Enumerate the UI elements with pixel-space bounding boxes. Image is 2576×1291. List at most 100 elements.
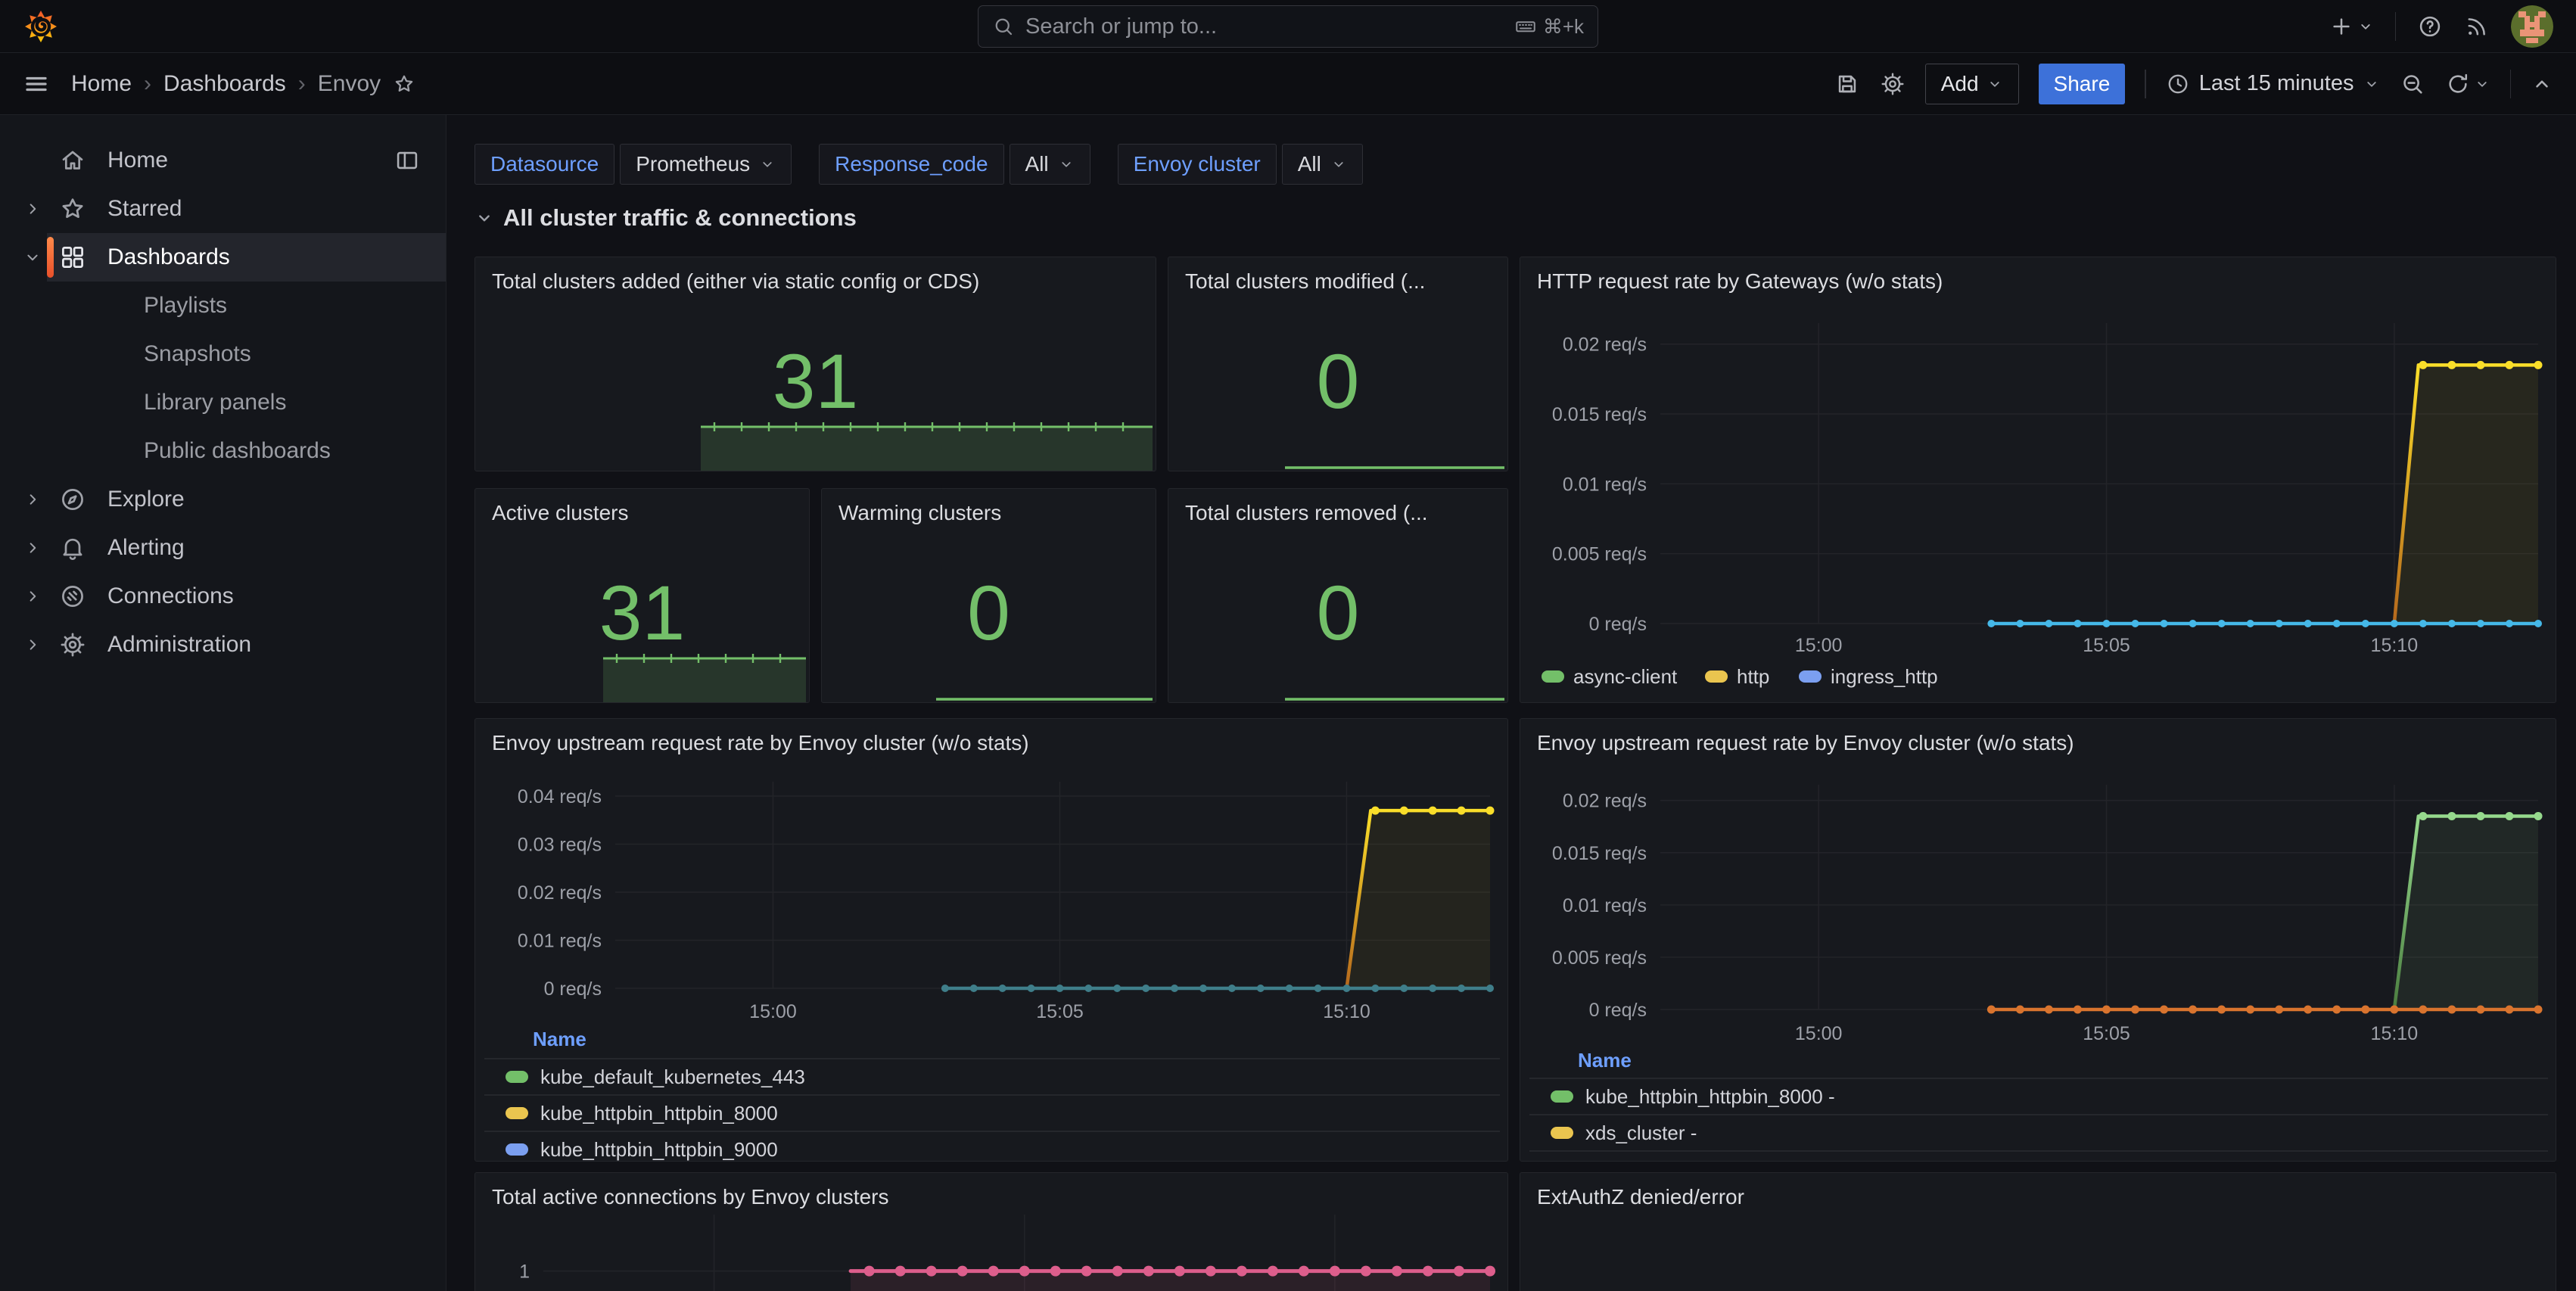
svg-text:15:00: 15:00: [749, 1001, 797, 1022]
envoy-upstream-rate-chart-left[interactable]: 15:0015:0515:100 req/s0.01 req/s0.02 req…: [475, 719, 1508, 1162]
template-var-label[interactable]: Datasource: [474, 144, 614, 185]
svg-text:15:00: 15:00: [1795, 1023, 1843, 1044]
svg-text:kube_httpbin_httpbin_8000: kube_httpbin_httpbin_8000: [540, 1102, 778, 1125]
panel-title[interactable]: Warming clusters: [838, 501, 1001, 525]
sidebar-item-public-dashboards[interactable]: Public dashboards: [0, 427, 446, 475]
mega-menu-button[interactable]: [23, 70, 50, 98]
sidebar-item-dashboards[interactable]: Dashboards: [0, 233, 446, 282]
add-new-button[interactable]: [2329, 14, 2374, 39]
kiosk-mode-button[interactable]: [2531, 73, 2553, 95]
http-request-rate-chart[interactable]: 15:0015:0515:100 req/s0.005 req/s0.01 re…: [1520, 257, 2556, 703]
zoom-out-icon: [2400, 71, 2425, 97]
svg-text:0.005 req/s: 0.005 req/s: [1552, 947, 1647, 969]
dashboard-row-header[interactable]: All cluster traffic & connections: [474, 204, 857, 232]
help-button[interactable]: [2417, 14, 2443, 39]
refresh-button[interactable]: [2445, 71, 2490, 97]
sidebar-item-label: Administration: [107, 632, 251, 658]
share-button[interactable]: Share: [2039, 64, 2126, 104]
breadcrumb: Home › Dashboards › Envoy: [71, 71, 415, 97]
svg-text:15:00: 15:00: [1795, 635, 1843, 656]
panel-title[interactable]: HTTP request rate by Gateways (w/o stats…: [1537, 269, 1943, 294]
sidebar-item-administration[interactable]: Administration: [0, 621, 446, 669]
breadcrumb-dashboards[interactable]: Dashboards: [163, 71, 286, 97]
news-button[interactable]: [2464, 14, 2490, 39]
home-icon: [59, 147, 86, 174]
envoy-upstream-rate-chart-right[interactable]: 15:0015:0515:100 req/s0.005 req/s0.01 re…: [1520, 719, 2556, 1162]
grafana-logo[interactable]: [23, 8, 59, 45]
search-shortcut-text: ⌘+k: [1543, 15, 1584, 39]
chevron-right-icon: [23, 586, 42, 606]
chevron-right-icon[interactable]: [23, 490, 59, 509]
chart-panel-envoy-upstream-left: Envoy upstream request rate by Envoy clu…: [474, 718, 1508, 1162]
panel-title[interactable]: Active clusters: [492, 501, 629, 525]
sidebar-item-explore[interactable]: Explore: [0, 475, 446, 524]
stat-panel-total-clusters-removed: Total clusters removed (... 0: [1168, 488, 1508, 703]
panel-title[interactable]: ExtAuthZ denied/error: [1537, 1185, 1744, 1209]
plus-icon: [2329, 14, 2354, 39]
keyboard-icon: [1514, 15, 1537, 38]
stat-sparkline: [603, 652, 806, 702]
chevron-down-icon[interactable]: [23, 247, 59, 267]
time-range-picker[interactable]: Last 15 minutes: [2166, 71, 2380, 96]
dock-menu-button[interactable]: [394, 148, 420, 173]
compass-icon: [59, 486, 86, 513]
chevron-right-icon[interactable]: [23, 199, 59, 219]
panel-title[interactable]: Total clusters modified (...: [1185, 269, 1425, 294]
chevron-down-icon: [1330, 156, 1347, 173]
row-title: All cluster traffic & connections: [503, 204, 857, 232]
template-var-value[interactable]: Prometheus: [620, 144, 792, 185]
divider: [2395, 12, 2397, 41]
panel-title[interactable]: Envoy upstream request rate by Envoy clu…: [1537, 731, 2074, 755]
panel-left-icon: [394, 148, 420, 173]
panel-title[interactable]: Total clusters added (either via static …: [492, 269, 979, 294]
favorite-star-icon[interactable]: [393, 73, 415, 95]
sidebar-item-library-panels[interactable]: Library panels: [0, 378, 446, 427]
panel-title[interactable]: Total active connections by Envoy cluste…: [492, 1185, 888, 1209]
svg-text:0.03 req/s: 0.03 req/s: [518, 835, 602, 856]
chevron-right-icon[interactable]: [23, 635, 59, 655]
gear-icon: [59, 631, 107, 658]
chevron-right-icon[interactable]: [23, 538, 59, 558]
add-panel-button[interactable]: Add: [1925, 64, 2019, 104]
chevron-down-icon: [2474, 76, 2490, 92]
sidebar-item-connections[interactable]: Connections: [0, 572, 446, 621]
sidebar-item-playlists[interactable]: Playlists: [0, 282, 446, 330]
template-var-value[interactable]: All: [1282, 144, 1363, 185]
panel-title[interactable]: Total clusters removed (...: [1185, 501, 1428, 525]
user-avatar[interactable]: [2511, 5, 2553, 48]
svg-text:0.02 req/s: 0.02 req/s: [1563, 791, 1647, 812]
menu-icon: [23, 70, 50, 98]
sidebar-item-home[interactable]: Home: [0, 136, 446, 185]
template-var-label[interactable]: Response_code: [819, 144, 1003, 185]
chart-panel-active-connections: Total active connections by Envoy cluste…: [474, 1172, 1508, 1291]
sidebar-item-label: Connections: [107, 583, 234, 609]
search-input[interactable]: Search or jump to... ⌘+k: [978, 5, 1598, 48]
sidebar-item-snapshots[interactable]: Snapshots: [0, 330, 446, 378]
compass-icon: [59, 486, 107, 513]
svg-text:0 req/s: 0 req/s: [1589, 614, 1647, 635]
panel-title[interactable]: Envoy upstream request rate by Envoy clu…: [492, 731, 1029, 755]
svg-text:0.01 req/s: 0.01 req/s: [1563, 895, 1647, 916]
sidebar-item-alerting[interactable]: Alerting: [0, 524, 446, 572]
sidebar-nav: HomeStarred Dashboards PlaylistsSnapshotsL…: [0, 115, 446, 1291]
svg-text:15:10: 15:10: [2371, 635, 2419, 656]
svg-text:15:10: 15:10: [1323, 1001, 1370, 1022]
divider: [2145, 70, 2146, 98]
chevron-right-icon[interactable]: [23, 586, 59, 606]
zoom-out-time-button[interactable]: [2400, 71, 2425, 97]
breadcrumb-current[interactable]: Envoy: [318, 71, 381, 97]
apps-icon: [59, 244, 107, 271]
template-var-envoy-cluster: Envoy clusterAll: [1118, 144, 1363, 185]
template-var-label[interactable]: Envoy cluster: [1118, 144, 1277, 185]
sidebar-item-label: Dashboards: [107, 244, 230, 270]
svg-text:xds_cluster -: xds_cluster -: [1585, 1121, 1697, 1144]
sidebar-item-starred[interactable]: Starred: [0, 185, 446, 233]
svg-text:0.015 req/s: 0.015 req/s: [1552, 843, 1647, 864]
svg-text:15:10: 15:10: [2371, 1023, 2419, 1044]
dashboard-settings-button[interactable]: [1880, 71, 1906, 97]
dashboard-toolbar: Home › Dashboards › Envoy Add Share Last…: [0, 53, 2576, 115]
breadcrumb-home[interactable]: Home: [71, 71, 132, 97]
svg-text:0 req/s: 0 req/s: [1589, 1000, 1647, 1021]
save-dashboard-button[interactable]: [1834, 71, 1860, 97]
template-var-value[interactable]: All: [1010, 144, 1090, 185]
